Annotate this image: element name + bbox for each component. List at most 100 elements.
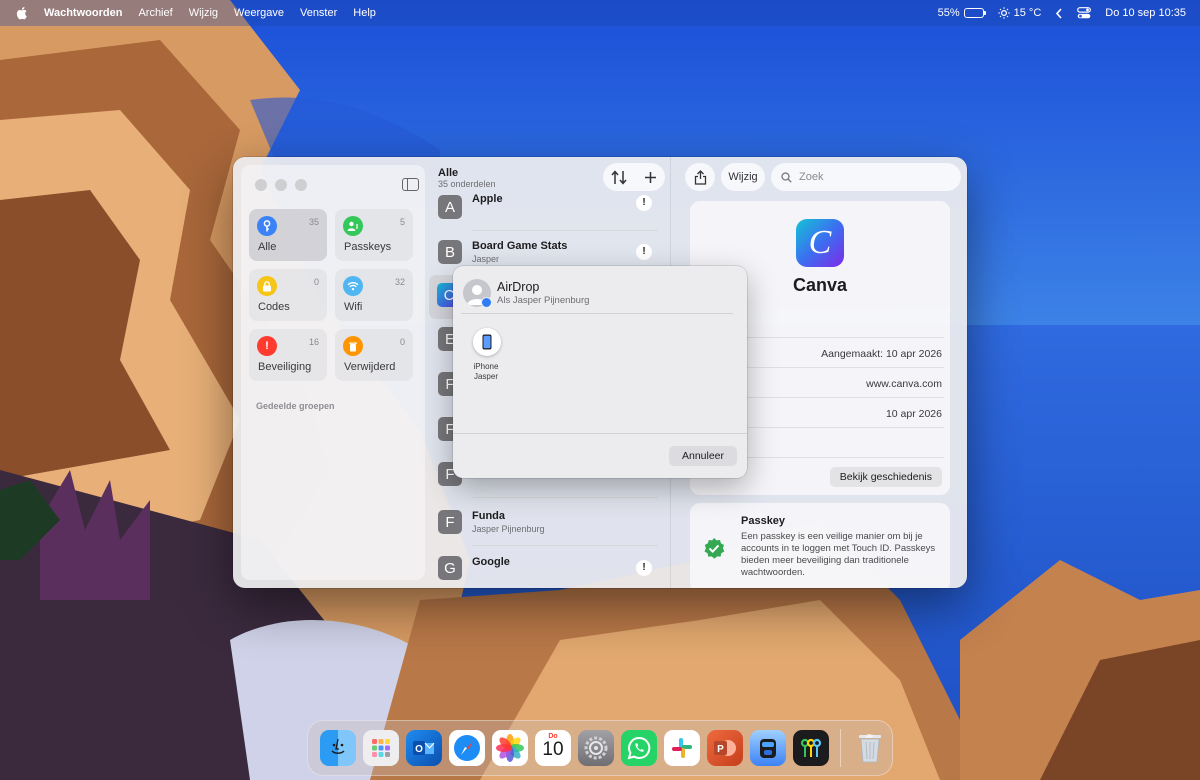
add-icon[interactable] [644,171,657,184]
menu-venster[interactable]: Venster [300,7,337,19]
shared-groups-heading: Gedeelde groepen [256,401,335,411]
airdrop-badge-icon [481,297,492,308]
menu-wijzig[interactable]: Wijzig [189,7,218,19]
dock-photos-icon[interactable] [492,730,528,766]
dock-trash-icon[interactable] [852,730,888,766]
category-verwijderd[interactable]: 0 Verwijderd [335,329,413,381]
category-wifi[interactable]: 32 Wifi [335,269,413,321]
dock-whatsapp-icon[interactable] [621,730,657,766]
list-item[interactable]: F Funda Jasper Pijnenburg [430,502,662,546]
row-divider [472,497,658,498]
trash-icon [343,336,363,356]
category-passkeys[interactable]: 5 Passkeys [335,209,413,261]
category-count: 0 [313,277,319,287]
passkey-info-card: Passkey Een passkey is een veilige manie… [690,503,950,588]
search-input[interactable]: Zoek [771,163,961,191]
category-label: Codes [258,301,290,313]
search-icon [781,171,792,183]
battery-status[interactable]: 55% [938,7,986,19]
dock-outlook-icon[interactable]: O [406,730,442,766]
dock-powerpoint-icon[interactable]: P [707,730,743,766]
edit-button[interactable]: Wijzig [721,163,765,191]
svg-text:O: O [415,744,423,755]
sort-icon[interactable] [611,169,627,185]
chevron-left-icon[interactable] [1055,7,1063,19]
category-count: 0 [399,337,405,347]
dock-calendar-icon[interactable]: Do 10 [535,730,571,766]
category-codes[interactable]: 0 Codes [249,269,327,321]
menu-app-name[interactable]: Wachtwoorden [44,7,122,19]
item-letter-icon: A [438,195,462,219]
wifi-icon [343,276,363,296]
dock-passwords-icon[interactable] [793,730,829,766]
airdrop-sheet: AirDrop Als Jasper Pijnenburg iPhone Jas… [453,266,747,478]
detail-value: Aangemaakt: 10 apr 2026 [821,348,942,360]
dock-divider [840,729,841,767]
menu-bar: Wachtwoorden Archief Wijzig Weergave Ven… [0,0,1200,26]
canva-logo: C [796,219,844,267]
item-letter-icon: G [438,556,462,580]
passkey-title: Passkey [741,515,786,527]
exclamation-icon: ! [257,336,277,356]
category-beveiliging[interactable]: ! 16 Beveiliging [249,329,327,381]
window-controls [255,179,307,191]
zoom-button[interactable] [295,179,307,191]
apple-menu-icon[interactable] [16,6,30,20]
category-label: Verwijderd [344,361,396,373]
item-title: Apple [472,193,503,205]
dock-settings-icon[interactable] [578,730,614,766]
menu-weergave[interactable]: Weergave [234,7,284,19]
airdrop-divider [453,433,747,434]
dock-finder-icon[interactable] [320,730,356,766]
category-label: Alle [258,241,277,253]
menu-archief[interactable]: Archief [138,7,172,19]
dock-slack-icon[interactable] [664,730,700,766]
share-button[interactable] [685,163,715,191]
iphone-icon [482,334,492,350]
view-history-button[interactable]: Bekijk geschiedenis [829,467,942,487]
category-count: 32 [394,277,405,287]
dock-safari-icon[interactable] [449,730,485,766]
dock-launchpad-icon[interactable] [363,730,399,766]
dock-bitwarden-icon[interactable] [750,730,786,766]
category-count: 16 [308,337,319,347]
row-divider [472,545,658,546]
category-label: Passkeys [344,241,392,253]
category-alle[interactable]: 35 Alle [249,209,327,261]
category-count: 35 [308,217,319,227]
minimize-button[interactable] [275,179,287,191]
item-letter-icon: F [438,510,462,534]
airdrop-device-name: iPhone Jasper [473,362,499,381]
detail-value: 10 apr 2026 [885,408,942,420]
warning-icon: ! [636,195,652,211]
battery-icon [963,8,986,18]
control-center-icon[interactable] [1077,7,1092,19]
row-divider [472,230,658,231]
cancel-button[interactable]: Annuleer [669,446,737,466]
search-placeholder: Zoek [799,171,824,183]
item-subtitle: Jasper Pijnenburg [472,524,545,534]
list-item[interactable]: G Google ! [430,548,662,588]
temperature: 15 °C [1013,7,1042,19]
weather-status[interactable]: 15 °C [997,7,1042,19]
sidebar-toggle-icon[interactable] [402,178,419,191]
close-button[interactable] [255,179,267,191]
detail-value: www.canva.com [866,378,942,390]
sidebar: 35 Alle 5 Passkeys 0 Codes 32 Wifi ! 16 … [241,165,425,580]
sun-icon [997,7,1010,19]
list-item[interactable]: A Apple ! [430,187,662,231]
warning-icon: ! [636,560,652,576]
svg-text:P: P [717,744,724,755]
person-key-icon [343,216,363,236]
airdrop-device-iphone[interactable] [473,328,501,356]
airdrop-title: AirDrop [497,280,540,294]
item-title: Board Game Stats [472,240,568,252]
airdrop-divider [461,313,733,314]
share-icon [694,169,706,185]
menu-help[interactable]: Help [353,7,376,19]
dock: O Do 10 P [307,720,893,776]
airdrop-sender: Als Jasper Pijnenburg [497,295,590,306]
menu-clock[interactable]: Do 10 sep 10:35 [1105,7,1186,19]
category-grid: 35 Alle 5 Passkeys 0 Codes 32 Wifi ! 16 … [249,209,417,381]
category-label: Wifi [344,301,363,313]
